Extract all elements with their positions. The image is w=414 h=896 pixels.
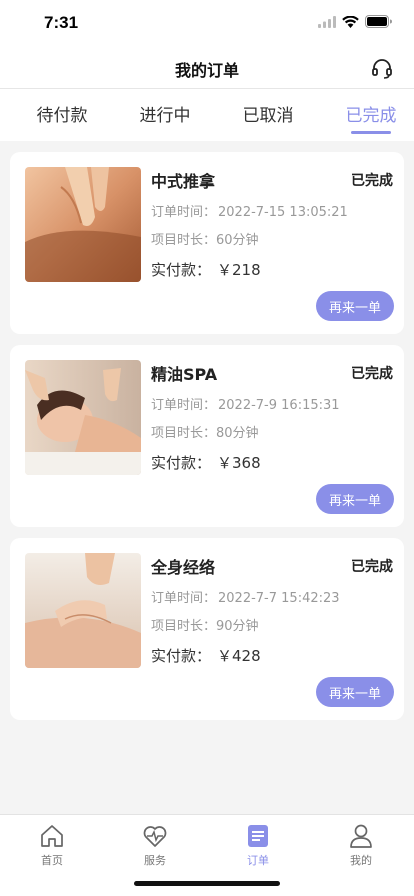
order-time-row: 订单时间： 2022-7-15 13:05:21 xyxy=(151,201,348,220)
heartbeat-icon xyxy=(143,826,167,847)
order-card[interactable]: 精油SPA 已完成 订单时间： 2022-7-9 16:15:31 项目时长：80… xyxy=(10,345,404,527)
duration-label: 项目时长： xyxy=(151,233,217,248)
service-name: 全身经络 xyxy=(151,558,216,577)
paid-label: 实付款： xyxy=(151,647,212,665)
wifi-icon xyxy=(342,15,359,28)
order-status: 已完成 xyxy=(351,366,393,382)
tab-completed[interactable]: 已完成 xyxy=(326,101,414,126)
paid-amount: ￥218 xyxy=(217,261,261,279)
duration-row: 项目时长：80分钟 xyxy=(151,422,259,441)
order-status: 已完成 xyxy=(351,173,393,189)
bottom-nav-profile[interactable]: 我的 xyxy=(331,823,391,868)
home-icon xyxy=(41,825,63,847)
service-thumbnail xyxy=(25,360,141,475)
paid-amount-row: 实付款： ￥218 xyxy=(151,259,261,280)
reorder-button[interactable]: 再来一单 xyxy=(316,484,394,514)
user-icon xyxy=(350,824,372,848)
nav-bar: 我的订单 xyxy=(0,47,414,89)
order-time-row: 订单时间： 2022-7-9 16:15:31 xyxy=(151,394,340,413)
bottom-nav-home[interactable]: 首页 xyxy=(22,823,82,868)
tab-cancelled[interactable]: 已取消 xyxy=(223,101,313,126)
order-status: 已完成 xyxy=(351,559,393,575)
service-name: 精油SPA xyxy=(151,365,218,384)
signal-icon xyxy=(318,15,336,28)
home-indicator[interactable] xyxy=(134,881,280,886)
active-tab-indicator xyxy=(351,131,391,134)
headset-icon[interactable] xyxy=(370,56,394,80)
service-thumbnail xyxy=(25,167,141,282)
paid-amount-row: 实付款： ￥428 xyxy=(151,645,261,666)
status-icons xyxy=(318,15,392,28)
bottom-nav-orders[interactable]: 订单 xyxy=(228,823,288,868)
service-thumbnail xyxy=(25,553,141,668)
status-bar: 7:31 xyxy=(0,0,414,47)
paid-amount: ￥428 xyxy=(217,647,261,665)
duration-row: 项目时长：90分钟 xyxy=(151,615,259,634)
bottom-nav-label: 订单 xyxy=(247,854,269,867)
order-card[interactable]: 全身经络 已完成 订单时间： 2022-7-7 15:42:23 项目时长：90分… xyxy=(10,538,404,720)
duration-value: 90分钟 xyxy=(216,619,259,634)
battery-icon xyxy=(365,15,392,28)
paid-label: 实付款： xyxy=(151,454,212,472)
reorder-button[interactable]: 再来一单 xyxy=(316,291,394,321)
order-time-label: 订单时间： xyxy=(151,205,217,220)
order-time-value: 2022-7-7 15:42:23 xyxy=(218,591,340,606)
paid-amount-row: 实付款： ￥368 xyxy=(151,452,261,473)
bottom-nav-label: 服务 xyxy=(144,854,166,867)
order-card[interactable]: 中式推拿 已完成 订单时间： 2022-7-15 13:05:21 项目时长：60… xyxy=(10,152,404,334)
status-time: 7:31 xyxy=(44,13,79,32)
order-time-label: 订单时间： xyxy=(151,591,217,606)
bottom-nav-label: 首页 xyxy=(41,854,63,867)
duration-row: 项目时长：60分钟 xyxy=(151,229,259,248)
reorder-button[interactable]: 再来一单 xyxy=(316,677,394,707)
order-time-label: 订单时间： xyxy=(151,398,217,413)
order-status-tabs: 待付款 进行中 已取消 已完成 xyxy=(0,89,414,141)
bottom-nav-label: 我的 xyxy=(350,854,372,867)
duration-label: 项目时长： xyxy=(151,619,217,634)
tab-in-progress[interactable]: 进行中 xyxy=(120,101,210,126)
duration-value: 80分钟 xyxy=(216,426,259,441)
paid-amount: ￥368 xyxy=(217,454,261,472)
order-list-icon xyxy=(248,825,268,847)
service-name: 中式推拿 xyxy=(151,172,216,191)
paid-label: 实付款： xyxy=(151,261,212,279)
order-time-value: 2022-7-9 16:15:31 xyxy=(218,398,340,413)
order-time-row: 订单时间： 2022-7-7 15:42:23 xyxy=(151,587,340,606)
bottom-nav-service[interactable]: 服务 xyxy=(125,823,185,868)
page-title: 我的订单 xyxy=(174,61,239,80)
duration-value: 60分钟 xyxy=(216,233,259,248)
duration-label: 项目时长： xyxy=(151,426,217,441)
order-time-value: 2022-7-15 13:05:21 xyxy=(218,205,348,220)
tab-pending-payment[interactable]: 待付款 xyxy=(17,101,107,126)
